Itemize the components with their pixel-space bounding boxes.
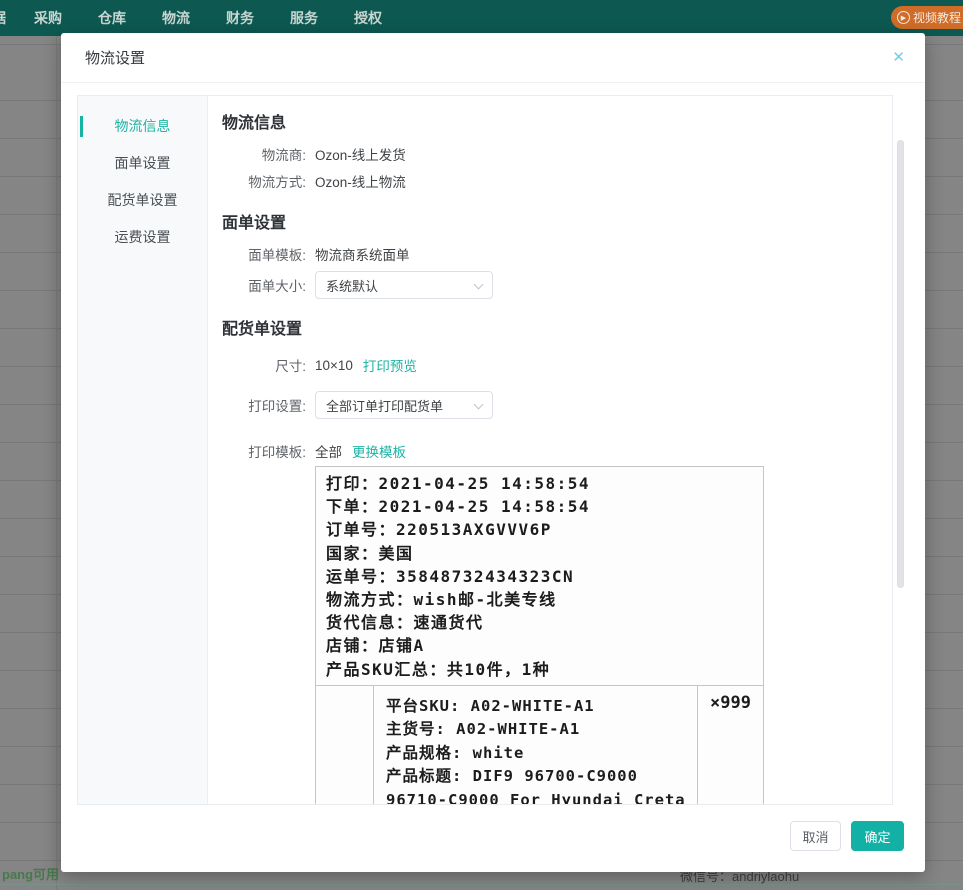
background-column-divider <box>56 36 57 890</box>
preview-line: 店铺：店铺A <box>326 634 753 657</box>
logistics-settings-modal: 物流设置 ✕ 物流信息 面单设置 配货单设置 运费设置 物流信息 物流商: Oz… <box>61 33 925 872</box>
play-icon: ▶ <box>897 11 910 24</box>
sidebar-tab-logistics-info[interactable]: 物流信息 <box>78 108 207 145</box>
section-heading-picking: 配货单设置 <box>222 319 892 341</box>
preview-line: 订单号：220513AXGVVV6P <box>326 518 753 541</box>
preview-line: 物流方式：wish邮-北美专线 <box>326 588 753 611</box>
provider-value: Ozon-线上发货 <box>315 144 406 164</box>
waybill-size-select[interactable]: 系统默认 <box>315 271 493 299</box>
video-tutorial-label: 视频教程 <box>913 9 961 26</box>
preview-sku-info-cell: 平台SKU: A02-WHITE-A1 主货号: A02-WHITE-A1 产品… <box>374 686 697 804</box>
nav-item-logistics[interactable]: 物流 <box>162 8 190 28</box>
nav-item-finance[interactable]: 财务 <box>226 8 254 28</box>
preview-sku-line: 平台SKU: A02-WHITE-A1 <box>386 695 689 719</box>
confirm-button[interactable]: 确定 <box>851 821 904 851</box>
waybill-template-label: 面单模板: <box>222 244 306 264</box>
print-setting-label: 打印设置: <box>222 395 306 415</box>
sidebar-tab-shipping-fee-settings[interactable]: 运费设置 <box>78 219 207 256</box>
field-row-print-template: 打印模板: 全部 更换模板 <box>222 441 892 461</box>
preview-line: 下单：2021-04-25 14:58:54 <box>326 495 753 518</box>
preview-order-info: 打印：2021-04-25 14:58:54 下单：2021-04-25 14:… <box>316 467 763 686</box>
modal-header: 物流设置 ✕ <box>61 33 925 83</box>
preview-line: 运单号：35848732434323CN <box>326 565 753 588</box>
method-label: 物流方式: <box>222 171 306 191</box>
provider-label: 物流商: <box>222 144 306 164</box>
waybill-size-label: 面单大小: <box>222 275 306 295</box>
sidebar-tab-waybill-settings[interactable]: 面单设置 <box>78 145 207 182</box>
nav-item-auth[interactable]: 授权 <box>354 8 382 28</box>
waybill-size-select-value: 系统默认 <box>326 276 378 295</box>
close-icon[interactable]: ✕ <box>892 50 905 65</box>
waybill-template-value: 物流商系统面单 <box>315 244 410 264</box>
field-row-waybill-size: 面单大小: 系统默认 <box>222 271 892 299</box>
video-tutorial-button[interactable]: ▶ 视频教程 <box>891 6 963 29</box>
chevron-down-icon <box>474 400 484 410</box>
top-navbar: 据 采购 仓库 物流 财务 服务 授权 ▶ 视频教程 <box>0 0 963 36</box>
settings-sidebar: 物流信息 面单设置 配货单设置 运费设置 <box>78 96 208 804</box>
preview-line: 国家：美国 <box>326 542 753 565</box>
method-value: Ozon-线上物流 <box>315 171 406 191</box>
preview-sku-line: 主货号: A02-WHITE-A1 <box>386 718 689 742</box>
field-row-print-setting: 打印设置: 全部订单打印配货单 <box>222 391 892 419</box>
preview-line: 货代信息：速通货代 <box>326 611 753 634</box>
preview-sku-quantity: ×999 <box>697 686 763 804</box>
field-row-method: 物流方式: Ozon-线上物流 <box>222 171 892 191</box>
modal-body: 物流信息 面单设置 配货单设置 运费设置 物流信息 物流商: Ozon-线上发货… <box>61 83 925 805</box>
nav-item-service[interactable]: 服务 <box>290 8 318 28</box>
size-value: 10×10 <box>315 358 353 373</box>
background-available-text: pang可用 <box>2 864 59 883</box>
preview-line: 产品SKU汇总：共10件，1种 <box>326 658 753 681</box>
cancel-button[interactable]: 取消 <box>790 821 841 851</box>
field-row-provider: 物流商: Ozon-线上发货 <box>222 144 892 164</box>
modal-footer: 取消 确定 <box>61 805 925 872</box>
nav-item-warehouse[interactable]: 仓库 <box>98 8 126 28</box>
background-bottom-divider <box>0 884 963 885</box>
section-heading-waybill: 面单设置 <box>222 213 892 235</box>
sidebar-tab-picking-list-settings[interactable]: 配货单设置 <box>78 182 207 219</box>
preview-sku-line: 96710-C9000 For Hyundai Creta <box>386 789 689 804</box>
picking-list-preview: 打印：2021-04-25 14:58:54 下单：2021-04-25 14:… <box>315 466 764 804</box>
preview-sku-line: 产品标题: DIF9 96700-C9000 <box>386 765 689 789</box>
preview-line: 打印：2021-04-25 14:58:54 <box>326 472 753 495</box>
preview-sku-image-cell <box>316 686 374 804</box>
chevron-down-icon <box>474 280 484 290</box>
modal-scrollbar-thumb[interactable] <box>897 140 904 588</box>
preview-sku-line: 产品规格: white <box>386 742 689 766</box>
size-label: 尺寸: <box>222 355 306 375</box>
preview-sku-row: 平台SKU: A02-WHITE-A1 主货号: A02-WHITE-A1 产品… <box>316 686 763 804</box>
print-setting-select[interactable]: 全部订单打印配货单 <box>315 391 493 419</box>
nav-item-purchase[interactable]: 采购 <box>34 8 62 28</box>
settings-content: 物流信息 物流商: Ozon-线上发货 物流方式: Ozon-线上物流 面单设置… <box>208 96 892 804</box>
modal-title: 物流设置 <box>85 47 145 68</box>
settings-panel: 物流信息 面单设置 配货单设置 运费设置 物流信息 物流商: Ozon-线上发货… <box>77 95 893 805</box>
field-row-waybill-template: 面单模板: 物流商系统面单 <box>222 244 892 264</box>
print-template-value: 全部 <box>315 441 342 461</box>
nav-item-data[interactable]: 据 <box>0 8 6 28</box>
change-template-link[interactable]: 更换模板 <box>352 441 406 461</box>
print-setting-select-value: 全部订单打印配货单 <box>326 396 443 415</box>
print-preview-link[interactable]: 打印预览 <box>363 355 417 375</box>
section-heading-logistics-info: 物流信息 <box>222 113 892 135</box>
field-row-size: 尺寸: 10×10 打印预览 <box>222 355 892 375</box>
print-template-label: 打印模板: <box>222 441 306 461</box>
